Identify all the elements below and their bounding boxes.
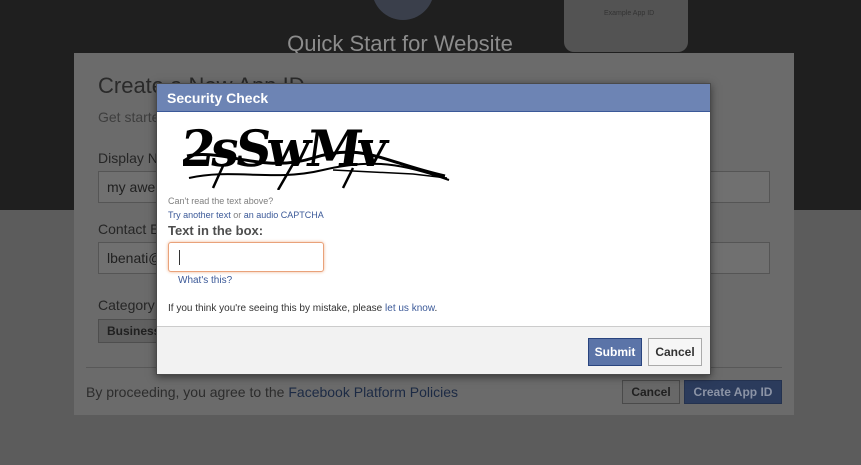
create-app-cancel-button[interactable]: Cancel: [622, 380, 680, 404]
security-check-dialog: Security Check 2sSwMv Can't read the tex…: [156, 83, 711, 375]
mistake-prefix: If you think you're seeing this by mista…: [168, 303, 386, 314]
captcha-input[interactable]: [168, 242, 324, 272]
security-check-title: Security Check: [157, 84, 710, 112]
display-name-label: Display N: [98, 150, 158, 166]
agreement-prefix: By proceeding, you agree to the: [86, 384, 285, 400]
contact-email-label: Contact E: [98, 221, 160, 237]
cant-read-text: Can't read the text above?: [168, 196, 274, 206]
mistake-suffix: .: [434, 303, 438, 314]
category-label: Category: [98, 297, 155, 313]
captcha-alternatives: Try another text or an audio CAPTCHA: [168, 210, 324, 220]
phone-preview-text: Example App ID: [604, 10, 655, 17]
text-cursor: [179, 250, 180, 265]
security-check-footer: Submit Cancel: [157, 326, 710, 374]
mistake-text: If you think you're seeing this by mista…: [168, 303, 437, 314]
captcha-text: 2sSwMv: [183, 119, 393, 178]
whats-this-link[interactable]: What's this?: [178, 275, 232, 286]
try-another-text-link[interactable]: Try another text: [168, 210, 231, 220]
audio-captcha-link[interactable]: an audio CAPTCHA: [244, 210, 324, 220]
submit-button[interactable]: Submit: [588, 338, 642, 366]
captcha-image: 2sSwMv: [183, 119, 450, 190]
create-app-id-button[interactable]: Create App ID: [684, 380, 782, 404]
platform-policies-link[interactable]: Facebook Platform Policies: [288, 384, 458, 400]
agreement-text: By proceeding, you agree to the Facebook…: [86, 384, 458, 400]
or-text: or: [230, 210, 244, 220]
let-us-know-link[interactable]: let us know: [385, 303, 434, 314]
cancel-button[interactable]: Cancel: [648, 338, 702, 366]
text-in-box-label: Text in the box:: [168, 223, 264, 238]
